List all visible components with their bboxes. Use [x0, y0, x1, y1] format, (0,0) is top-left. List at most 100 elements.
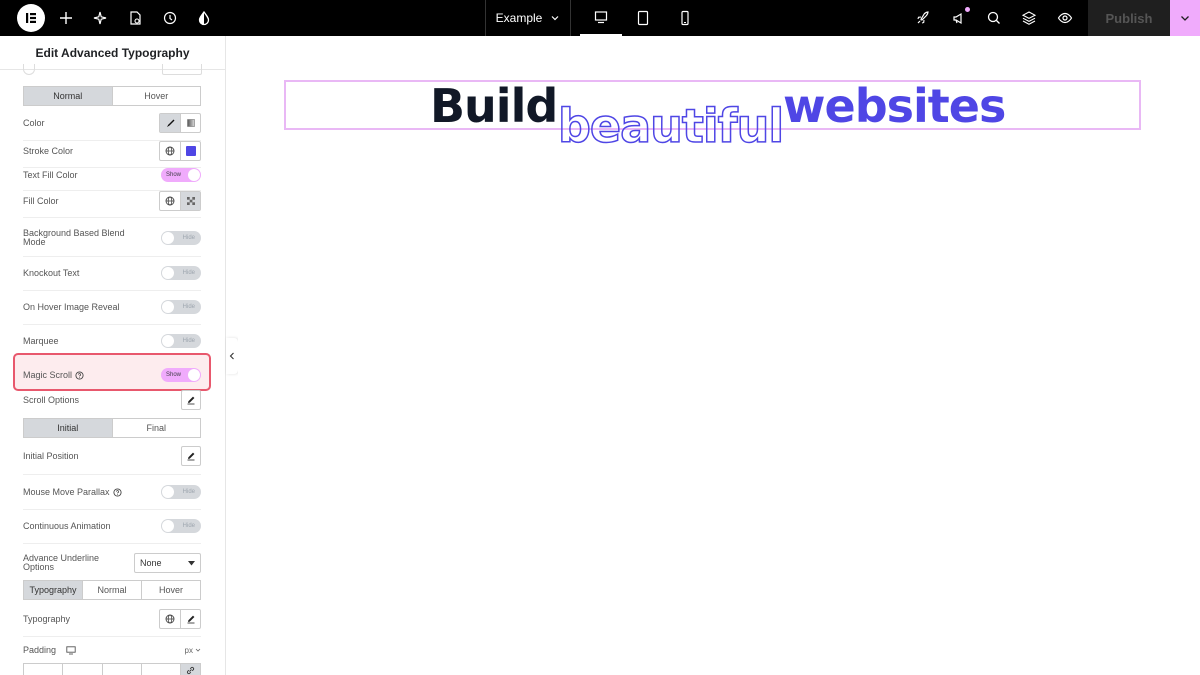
mobile-view-icon[interactable] — [664, 0, 706, 36]
tab-final[interactable]: Final — [111, 419, 200, 437]
heading-widget[interactable]: Build beautiful websites — [284, 79, 1143, 154]
preview-eye-icon[interactable] — [1047, 0, 1083, 36]
separator — [23, 217, 201, 218]
edit-pencil-icon[interactable] — [181, 390, 201, 410]
chevron-left-icon — [229, 352, 234, 360]
knockout-toggle[interactable]: Hide — [161, 266, 201, 280]
parallax-label: Mouse Move Parallax — [23, 487, 122, 497]
underline-select[interactable]: None — [134, 553, 201, 573]
knockout-label: Knockout Text — [23, 267, 80, 278]
edit-pencil-icon[interactable] — [180, 610, 200, 628]
blend-mode-label: Background Based Blend Mode — [23, 228, 125, 247]
hidden-control — [162, 64, 202, 75]
globe-icon[interactable] — [160, 610, 180, 628]
add-icon[interactable] — [48, 0, 84, 36]
separator — [23, 290, 201, 291]
padding-right-input[interactable] — [62, 663, 102, 675]
marquee-row: Marquee Hide — [23, 331, 201, 351]
help-icon[interactable] — [112, 487, 122, 497]
heading-word-build: Build — [430, 79, 558, 133]
divider — [570, 0, 571, 36]
publish-options-button[interactable] — [1170, 0, 1200, 36]
hidden-control — [23, 64, 35, 75]
state-tabs: Normal Hover — [23, 86, 201, 106]
tab-hover[interactable]: Hover — [111, 87, 200, 105]
padding-bottom-input[interactable] — [101, 663, 141, 675]
brush-icon[interactable] — [160, 114, 180, 132]
text-fill-toggle[interactable]: Show — [161, 168, 201, 182]
typography-tabs: Typography Normal Hover — [23, 580, 201, 600]
padding-left-input[interactable] — [140, 663, 181, 675]
fill-color-row: Fill Color — [23, 190, 201, 212]
padding-inputs — [23, 663, 201, 675]
elementor-logo-icon[interactable] — [17, 4, 45, 32]
padding-row: Padding px — [23, 642, 201, 658]
continuous-animation-toggle[interactable]: Hide — [161, 519, 201, 533]
marquee-toggle[interactable]: Hide — [161, 334, 201, 348]
marquee-label: Marquee — [23, 335, 59, 346]
transparent-swatch-icon[interactable] — [180, 192, 200, 210]
announcements-icon[interactable] — [941, 0, 977, 36]
theme-style-icon[interactable] — [186, 0, 222, 36]
fill-color-label: Fill Color — [23, 195, 59, 206]
blend-mode-row: Background Based Blend Mode Hide — [23, 225, 201, 251]
hover-reveal-toggle[interactable]: Hide — [161, 300, 201, 314]
stroke-color-row: Stroke Color — [23, 140, 201, 162]
text-fill-row: Text Fill Color Show — [23, 165, 201, 185]
tab-normal[interactable]: Normal — [24, 87, 112, 105]
stroke-color-label: Stroke Color — [23, 145, 74, 156]
stroke-color-swatch[interactable] — [180, 142, 200, 160]
typography-label: Typography — [23, 613, 71, 624]
link-icon[interactable] — [181, 663, 201, 675]
stroke-color-controls — [159, 141, 201, 161]
scroll-options-label: Scroll Options — [23, 394, 80, 405]
magic-scroll-toggle[interactable]: Show — [161, 368, 201, 382]
search-icon[interactable] — [976, 0, 1012, 36]
separator — [23, 474, 201, 475]
blend-mode-toggle[interactable]: Hide — [161, 231, 201, 245]
tablet-view-icon[interactable] — [622, 0, 664, 36]
page-selector[interactable]: Example — [486, 0, 570, 36]
rocket-icon[interactable] — [905, 0, 941, 36]
preview-canvas: Build beautiful websites — [238, 36, 1200, 675]
desktop-icon[interactable] — [66, 645, 76, 655]
color-label: Color — [23, 117, 45, 128]
page-settings-icon[interactable] — [117, 0, 153, 36]
parallax-row: Mouse Move Parallax Hide — [23, 482, 201, 502]
tab-initial[interactable]: Initial — [24, 419, 112, 437]
hover-reveal-label: On Hover Image Reveal — [23, 301, 120, 312]
magic-scroll-row: Magic Scroll Show — [23, 365, 201, 385]
gradient-icon[interactable] — [180, 114, 200, 132]
padding-top-input[interactable] — [23, 663, 63, 675]
layers-icon[interactable] — [1011, 0, 1047, 36]
page-name: Example — [495, 11, 543, 25]
publish-button[interactable]: Publish — [1088, 0, 1170, 36]
separator — [23, 256, 201, 257]
chevron-down-icon — [1181, 16, 1189, 21]
parallax-toggle[interactable]: Hide — [161, 485, 201, 499]
separator — [23, 324, 201, 325]
magic-scroll-label: Magic Scroll — [23, 370, 84, 380]
tab-typography[interactable]: Typography — [24, 581, 82, 599]
padding-label: Padding — [23, 645, 76, 655]
help-icon[interactable] — [75, 370, 84, 380]
desktop-view-icon[interactable] — [580, 0, 622, 36]
color-row: Color — [23, 112, 201, 134]
hover-reveal-row: On Hover Image Reveal Hide — [23, 297, 201, 317]
notification-dot — [965, 7, 970, 12]
tab-normal[interactable]: Normal — [82, 581, 141, 599]
scroll-position-tabs: Initial Final — [23, 418, 201, 438]
collapse-panel-button[interactable] — [226, 338, 238, 374]
edit-pencil-icon[interactable] — [181, 446, 201, 466]
globe-icon[interactable] — [160, 142, 180, 160]
typography-controls — [159, 609, 201, 629]
scroll-options-row: Scroll Options — [23, 390, 201, 410]
color-type-switch — [159, 113, 201, 133]
ai-sparkle-icon[interactable] — [82, 0, 118, 36]
tab-hover[interactable]: Hover — [141, 581, 200, 599]
history-icon[interactable] — [152, 0, 188, 36]
padding-unit-select[interactable]: px — [185, 646, 201, 655]
globe-icon[interactable] — [160, 192, 180, 210]
heading-text: Build beautiful websites — [286, 79, 1143, 154]
separator — [23, 509, 201, 510]
